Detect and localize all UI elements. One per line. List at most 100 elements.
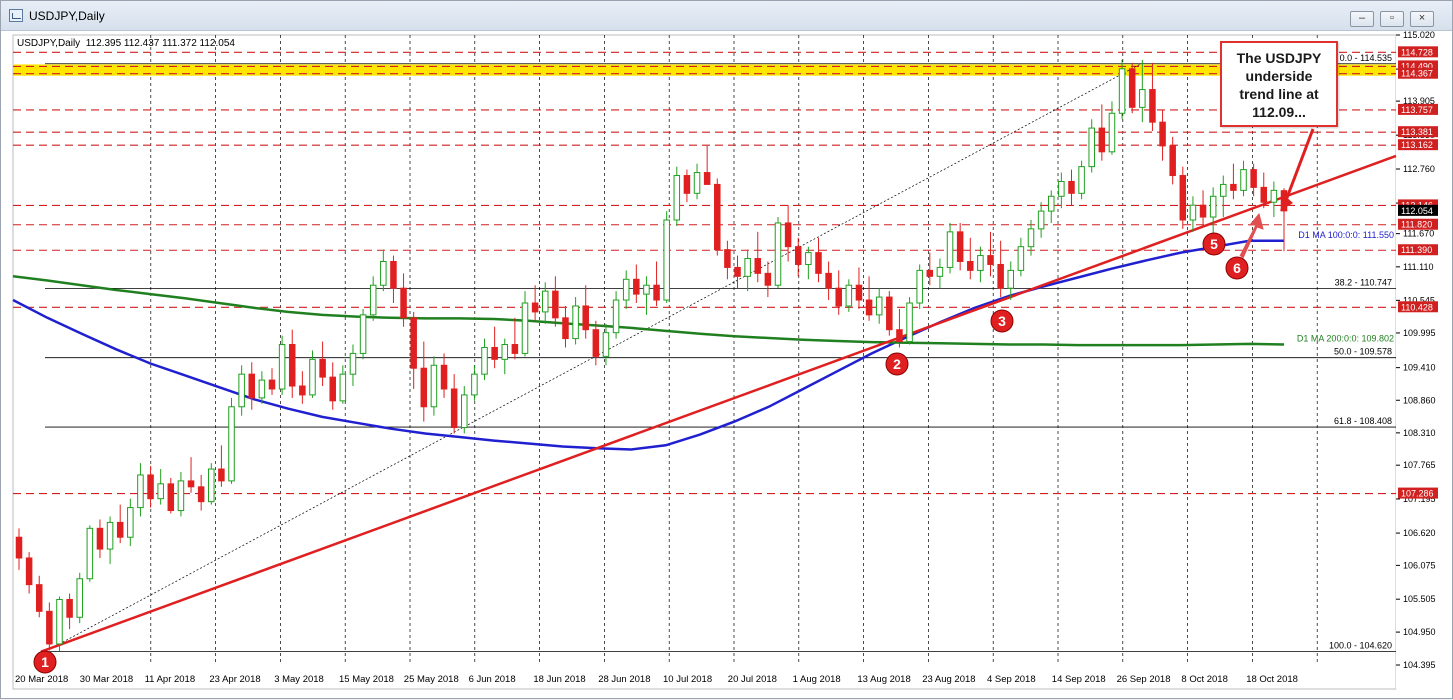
candle-body — [309, 358, 316, 396]
candle-body — [471, 373, 478, 396]
candle-body — [359, 314, 367, 354]
date-tick-label: 6 Jun 2018 — [469, 674, 516, 685]
candle-body — [886, 296, 893, 331]
candle-body — [208, 468, 215, 503]
date-tick-label: 11 Apr 2018 — [145, 674, 196, 685]
candle-body — [724, 249, 731, 268]
price-tick-label: 106.620 — [1403, 528, 1436, 538]
candle-body — [329, 376, 336, 402]
candle-body — [147, 474, 154, 500]
date-tick-label: 23 Aug 2018 — [922, 674, 975, 685]
candle-body — [177, 480, 185, 512]
candle-body — [1027, 228, 1035, 248]
candle-body — [622, 278, 630, 301]
candle-body — [673, 175, 681, 221]
date-tick-label: 23 Apr 2018 — [209, 674, 260, 685]
candle-body — [46, 610, 53, 645]
candle-body — [714, 183, 721, 251]
candle-body — [1220, 183, 1227, 197]
candle-body — [1068, 180, 1075, 194]
callout-line-4: 112.09... — [1252, 104, 1306, 120]
candle-body — [997, 263, 1004, 289]
candle-body — [633, 278, 640, 295]
candle-body — [1098, 127, 1106, 153]
candle-body — [1007, 269, 1015, 289]
candle-body — [1240, 169, 1247, 191]
candle-body — [238, 373, 245, 408]
candle-body — [481, 346, 488, 375]
callout-line-2: underside — [1245, 68, 1313, 84]
candle-body — [896, 329, 903, 343]
price-label: 111.390 — [1401, 245, 1432, 255]
candle-body — [987, 255, 994, 265]
candle-body — [228, 406, 235, 482]
ma-label: D1 MA 200:0:0: 109.802 — [1297, 333, 1394, 343]
date-tick-label: 25 May 2018 — [404, 674, 459, 685]
candle-body — [218, 468, 225, 482]
candle-body — [774, 222, 782, 286]
price-label: 112.054 — [1401, 206, 1433, 216]
date-tick-label: 8 Oct 2018 — [1181, 674, 1227, 685]
candle-body — [531, 302, 539, 313]
callout-line-1: The USDJPY — [1236, 50, 1322, 66]
candle-body — [491, 346, 498, 360]
price-tick-label: 105.505 — [1403, 594, 1436, 604]
candle-body — [835, 287, 842, 307]
fibonacci-level-label: 38.2 - 110.747 — [1335, 277, 1392, 287]
price-tick-label: 107.765 — [1403, 460, 1436, 470]
candle-body — [268, 379, 276, 390]
candle-body — [319, 358, 326, 378]
date-tick-label: 3 May 2018 — [274, 674, 324, 685]
candle-body — [400, 287, 407, 319]
price-tick-label: 104.950 — [1403, 627, 1436, 637]
price-label: 107.286 — [1401, 489, 1434, 499]
candle-body — [339, 373, 347, 402]
candle-body — [855, 284, 863, 301]
candle-body — [56, 598, 63, 645]
candle-body — [1088, 127, 1095, 168]
candle-body — [663, 219, 670, 301]
candle-body — [906, 302, 913, 343]
price-tick-label: 115.020 — [1403, 30, 1435, 40]
candle-body — [450, 388, 458, 429]
wave-marker-label: 5 — [1210, 236, 1218, 252]
candle-body — [703, 172, 711, 185]
price-tick-label: 106.075 — [1403, 560, 1436, 570]
candle-body — [612, 299, 620, 334]
candle-body — [106, 521, 114, 550]
date-tick-label: 13 Aug 2018 — [857, 674, 910, 685]
candle-body — [278, 344, 286, 390]
candle-body — [865, 299, 873, 316]
fibonacci-level-label: 61.8 - 108.408 — [1334, 416, 1392, 426]
candle-body — [552, 290, 559, 319]
candle-body — [592, 329, 600, 357]
price-tick-label: 111.110 — [1403, 262, 1434, 272]
candle-body — [1169, 145, 1176, 177]
candle-body — [1159, 121, 1166, 147]
candle-body — [1179, 175, 1187, 221]
candle-body — [936, 266, 944, 277]
candle-body — [1118, 68, 1126, 114]
candle-body — [784, 222, 792, 248]
candle-body — [693, 172, 701, 194]
candle-body — [511, 344, 519, 354]
candle-body — [562, 317, 569, 340]
candle-body — [825, 272, 832, 289]
date-tick-label: 30 Mar 2018 — [80, 674, 133, 685]
ma-label: D1 MA 100:0:0: 111.550 — [1298, 230, 1394, 240]
price-label: 111.820 — [1401, 220, 1432, 230]
candle-body — [15, 536, 23, 559]
candle-body — [1230, 183, 1237, 191]
candle-body — [96, 527, 104, 550]
price-tick-label: 112.760 — [1403, 164, 1435, 174]
price-label: 110.428 — [1401, 302, 1433, 312]
symbol-ohlc-header: USDJPY,Daily 112.395 112.437 111.372 112… — [17, 38, 235, 49]
candle-body — [643, 284, 650, 295]
candle-body — [1149, 89, 1156, 123]
candle-body — [76, 578, 83, 618]
candle-body — [197, 486, 205, 503]
date-tick-label: 15 May 2018 — [339, 674, 394, 685]
candle-body — [794, 246, 802, 265]
price-label: 113.381 — [1401, 127, 1433, 137]
candle-body — [461, 394, 468, 429]
